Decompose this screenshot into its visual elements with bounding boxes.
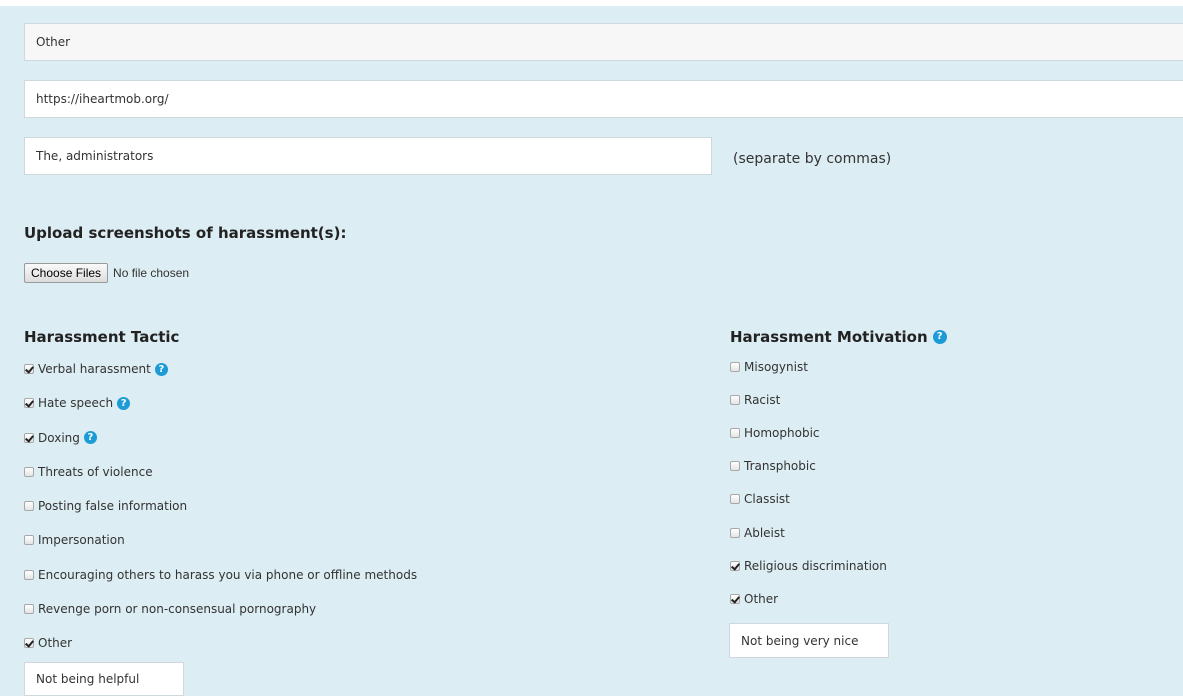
motivation-checkbox[interactable] [730,494,740,505]
motivation-heading: Harassment Motivation ? [730,328,947,346]
motivation-checkbox[interactable] [730,527,740,538]
tactic-checkbox[interactable] [24,603,34,614]
tactic-checkbox[interactable] [24,364,34,374]
harasser-handles-input[interactable]: The, administrators [24,137,712,175]
motivation-other-input[interactable]: Not being very nice [729,623,889,658]
tactic-checkbox[interactable] [24,466,34,477]
tactic-option-label: Other [38,636,73,650]
motivation-option-label: Religious discrimination [744,558,887,573]
tactic-option[interactable]: Revenge porn or non-consensual pornograp… [24,601,316,617]
url-input[interactable]: https://iheartmob.org/ [24,80,1183,118]
question-circle-icon[interactable]: ? [932,330,947,344]
choose-files-button[interactable]: Choose Files [24,263,109,283]
tactic-checkbox[interactable] [24,535,34,546]
tactic-option[interactable]: Hate speech? [24,395,131,411]
motivation-option[interactable]: Religious discrimination [730,558,887,574]
motivation-checkbox[interactable] [730,593,740,604]
motivation-option[interactable]: Classist [730,491,790,507]
tactic-option-label: Hate speech [38,396,114,411]
tactic-heading: Harassment Tactic [24,328,180,346]
question-circle-icon[interactable]: ? [117,396,131,410]
motivation-option-label: Classist [744,492,790,507]
tactic-checkbox[interactable] [24,432,34,443]
tactic-checkbox[interactable] [24,569,34,580]
file-status: No file chosen [113,266,190,280]
motivation-option[interactable]: Ableist [730,525,785,541]
tactic-option[interactable]: Verbal harassment? [24,361,168,377]
tactic-option-label: Verbal harassment [38,362,151,376]
motivation-checkbox[interactable] [730,428,740,439]
motivation-option-label: Racist [744,393,781,408]
motivation-checkbox[interactable] [730,560,740,571]
motivation-option[interactable]: Transphobic [730,458,816,474]
tactic-option[interactable]: Posting false information [24,498,187,514]
tactic-option-label: Impersonation [38,533,125,548]
handles-hint: (separate by commas) [733,151,892,167]
motivation-checkbox[interactable] [730,461,740,472]
tactic-other-input[interactable]: Not being helpful [24,662,184,696]
file-upload: Choose Files No file chosen [24,263,189,283]
tactic-checkbox[interactable] [24,398,34,409]
motivation-option-label: Other [744,591,779,606]
motivation-option[interactable]: Other [730,591,778,607]
motivation-option[interactable]: Homophobic [730,425,820,441]
question-circle-icon[interactable]: ? [154,362,168,376]
tactic-option-label: Posting false information [38,499,188,513]
tactic-option[interactable]: Encouraging others to harass you via pho… [24,567,417,583]
tactic-option[interactable]: Doxing? [24,430,97,446]
motivation-checkbox[interactable] [730,362,740,372]
upload-heading: Upload screenshots of harassment(s): [24,224,347,242]
question-circle-icon[interactable]: ? [83,431,97,444]
motivation-option-label: Ableist [744,525,785,540]
report-form-panel: Other https://iheartmob.org/ The, admini… [0,6,1183,696]
tactic-option[interactable]: Other [24,635,72,651]
tactic-option[interactable]: Impersonation [24,532,125,548]
motivation-option-label: Transphobic [744,459,816,474]
motivation-option[interactable]: Racist [730,392,780,408]
harassment-platform-select[interactable]: Other [24,23,1183,61]
motivation-option-label: Homophobic [744,426,820,441]
motivation-checkbox[interactable] [730,395,740,406]
tactic-checkbox[interactable] [24,638,34,648]
tactic-option-label: Threats of violence [38,464,153,479]
tactic-option-label: Encouraging others to harass you via pho… [38,567,418,582]
tactic-option-label: Revenge porn or non-consensual pornograp… [38,601,317,616]
tactic-checkbox[interactable] [24,501,34,511]
motivation-heading-text: Harassment Motivation [730,328,928,346]
motivation-option-label: Misogynist [744,360,808,374]
tactic-option[interactable]: Threats of violence [24,464,153,480]
tactic-option-label: Doxing [38,430,80,445]
motivation-option[interactable]: Misogynist [730,359,808,375]
